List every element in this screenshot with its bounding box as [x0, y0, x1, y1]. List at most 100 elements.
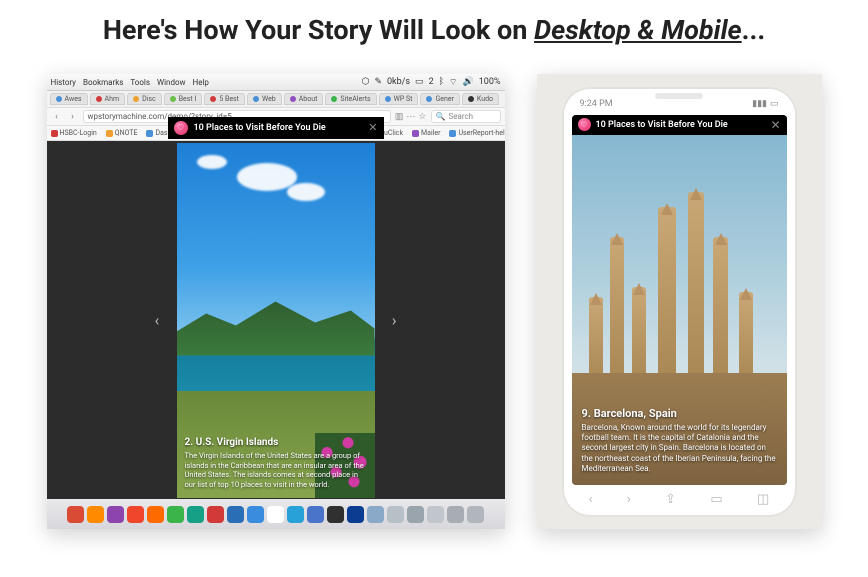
- menubar-status-icons: ⬡ ✎ 0kb/s ▭ 2 ᛒ ⌔ 🔊 100%: [362, 77, 501, 88]
- phone-story-image[interactable]: 9. Barcelona, Spain Barcelona, Known aro…: [572, 135, 787, 485]
- page-heading: Here's How Your Story Will Look on Deskt…: [0, 14, 868, 46]
- heading-prefix: Here's How Your Story Will Look on: [103, 14, 534, 46]
- signal-icon: ▮▮▮: [752, 99, 767, 109]
- dock-app-icon[interactable]: [367, 506, 384, 523]
- speed-indicator: 0kb/s: [387, 77, 410, 87]
- back-icon[interactable]: ‹: [589, 492, 593, 507]
- menu-bookmarks[interactable]: Bookmarks: [83, 78, 123, 87]
- evernote-icon[interactable]: ✎: [374, 77, 382, 87]
- desktop-preview: History Bookmarks Tools Window Help ⬡ ✎ …: [47, 74, 505, 529]
- dock-app-icon[interactable]: [167, 506, 184, 523]
- menu-history[interactable]: History: [51, 78, 76, 87]
- battery-percent: 100%: [479, 77, 501, 87]
- phone-notch: [655, 93, 703, 99]
- browser-tab[interactable]: Gener: [420, 93, 459, 105]
- phone-status-bar: 9:24 PM ▮▮▮ ▭: [572, 99, 787, 109]
- browser-tab[interactable]: Disc: [127, 93, 162, 105]
- menu-help[interactable]: Help: [193, 78, 209, 87]
- browser-tab[interactable]: Ahm: [90, 93, 126, 105]
- mac-dock: [47, 499, 505, 529]
- phone-bottom-bar: ‹ › ⇪ ▭ ◫: [572, 489, 787, 511]
- dock-app-icon[interactable]: [327, 506, 344, 523]
- dropbox-icon[interactable]: ⬡: [362, 77, 370, 87]
- heart-icon: ♡: [578, 118, 591, 131]
- bookmark-item[interactable]: Mailer: [412, 129, 440, 137]
- dock-app-icon[interactable]: [407, 506, 424, 523]
- heading-emphasis: Desktop & Mobile: [534, 14, 742, 46]
- story-caption: 2. U.S. Virgin Islands The Virgin Island…: [185, 437, 367, 489]
- forward-icon[interactable]: ›: [627, 492, 631, 507]
- dock-app-icon[interactable]: [267, 506, 284, 523]
- story-header: ♡ 10 Places to Visit Before You Die ✕: [168, 117, 384, 139]
- dock-app-icon[interactable]: [427, 506, 444, 523]
- slide-body: The Virgin Islands of the United States …: [185, 451, 367, 489]
- heart-icon: ♡: [174, 121, 188, 135]
- dock-app-icon[interactable]: [467, 506, 484, 523]
- dock-app-icon[interactable]: [287, 506, 304, 523]
- search-field[interactable]: 🔍Search: [431, 110, 501, 123]
- mobile-preview: 9:24 PM ▮▮▮ ▭ ♡ 10 Places to Visit Befor…: [537, 74, 822, 529]
- dock-app-icon[interactable]: [307, 506, 324, 523]
- story-title: 10 Places to Visit Before You Die: [194, 123, 363, 133]
- star-icon[interactable]: ☆: [418, 112, 426, 122]
- browser-tabstrip: Awes Ahm Disc Best I 5 Best Web About Si…: [47, 91, 505, 108]
- prev-slide-button[interactable]: ‹: [155, 311, 160, 330]
- bookmarks-icon[interactable]: ▭: [710, 492, 722, 507]
- phone-story-viewer: ♡ 10 Places to Visit Before You Die ✕ 9.…: [572, 115, 787, 485]
- phone-story-title: 10 Places to Visit Before You Die: [596, 120, 766, 130]
- dock-app-icon[interactable]: [147, 506, 164, 523]
- battery-icon: ▭: [770, 99, 779, 109]
- phone-story-header: ♡ 10 Places to Visit Before You Die ✕: [572, 115, 787, 135]
- browser-tab[interactable]: WP St: [379, 93, 419, 105]
- forward-button[interactable]: ›: [67, 111, 79, 123]
- reader-icon[interactable]: ▥: [395, 112, 404, 122]
- browser-tab[interactable]: Web: [247, 93, 282, 105]
- dock-app-icon[interactable]: [67, 506, 84, 523]
- phone-slide-body: Barcelona, Known around the world for it…: [582, 423, 777, 475]
- browser-tab[interactable]: SiteAlerts: [325, 93, 376, 105]
- browser-tab[interactable]: Best I: [164, 93, 203, 105]
- volume-icon[interactable]: 🔊: [463, 77, 474, 87]
- menubar-menus: History Bookmarks Tools Window Help: [51, 78, 209, 87]
- menu-tools[interactable]: Tools: [130, 78, 150, 87]
- bluetooth-icon[interactable]: ᛒ: [439, 77, 444, 87]
- dock-app-icon[interactable]: [187, 506, 204, 523]
- browser-viewport: ♡ 10 Places to Visit Before You Die ✕ ‹ …: [47, 141, 505, 499]
- dock-app-icon[interactable]: [227, 506, 244, 523]
- browser-tab[interactable]: Awes: [50, 93, 88, 105]
- dock-app-icon[interactable]: [387, 506, 404, 523]
- story-viewer: ♡ 10 Places to Visit Before You Die ✕ ‹ …: [177, 143, 375, 498]
- phone-frame: 9:24 PM ▮▮▮ ▭ ♡ 10 Places to Visit Befor…: [562, 87, 797, 517]
- menu-window[interactable]: Window: [157, 78, 186, 87]
- browser-tab[interactable]: Kudo: [462, 93, 499, 105]
- phone-time: 9:24 PM: [580, 99, 613, 109]
- slide-title: 2. U.S. Virgin Islands: [185, 437, 367, 448]
- dock-app-icon[interactable]: [247, 506, 264, 523]
- bookmark-item[interactable]: UserReport-helpdesk: [449, 129, 504, 137]
- mac-menubar: History Bookmarks Tools Window Help ⬡ ✎ …: [47, 74, 505, 91]
- wifi-icon[interactable]: ⌔: [449, 77, 457, 88]
- browser-tab[interactable]: About: [284, 93, 324, 105]
- share-icon[interactable]: ⇪: [665, 492, 676, 507]
- bookmark-item[interactable]: HSBC-Login: [51, 129, 97, 137]
- address-bar-icons: ▥ ⋯ ☆: [395, 112, 427, 122]
- number-badge: 2: [429, 77, 434, 87]
- next-slide-button[interactable]: ›: [392, 311, 397, 330]
- dots-icon[interactable]: ⋯: [406, 112, 415, 122]
- display-icon[interactable]: ▭: [415, 77, 424, 87]
- dock-app-icon[interactable]: [107, 506, 124, 523]
- close-icon[interactable]: ✕: [770, 118, 780, 132]
- dock-app-icon[interactable]: [347, 506, 364, 523]
- story-image[interactable]: 2. U.S. Virgin Islands The Virgin Island…: [177, 143, 375, 498]
- phone-story-caption: 9. Barcelona, Spain Barcelona, Known aro…: [582, 407, 777, 475]
- dock-app-icon[interactable]: [87, 506, 104, 523]
- phone-slide-title: 9. Barcelona, Spain: [582, 407, 777, 420]
- dock-app-icon[interactable]: [447, 506, 464, 523]
- browser-tab[interactable]: 5 Best: [204, 93, 245, 105]
- bookmark-item[interactable]: QNOTE: [106, 129, 138, 137]
- dock-app-icon[interactable]: [207, 506, 224, 523]
- tabs-icon[interactable]: ◫: [757, 492, 769, 507]
- close-icon[interactable]: ✕: [368, 121, 377, 134]
- back-button[interactable]: ‹: [51, 111, 63, 123]
- dock-app-icon[interactable]: [127, 506, 144, 523]
